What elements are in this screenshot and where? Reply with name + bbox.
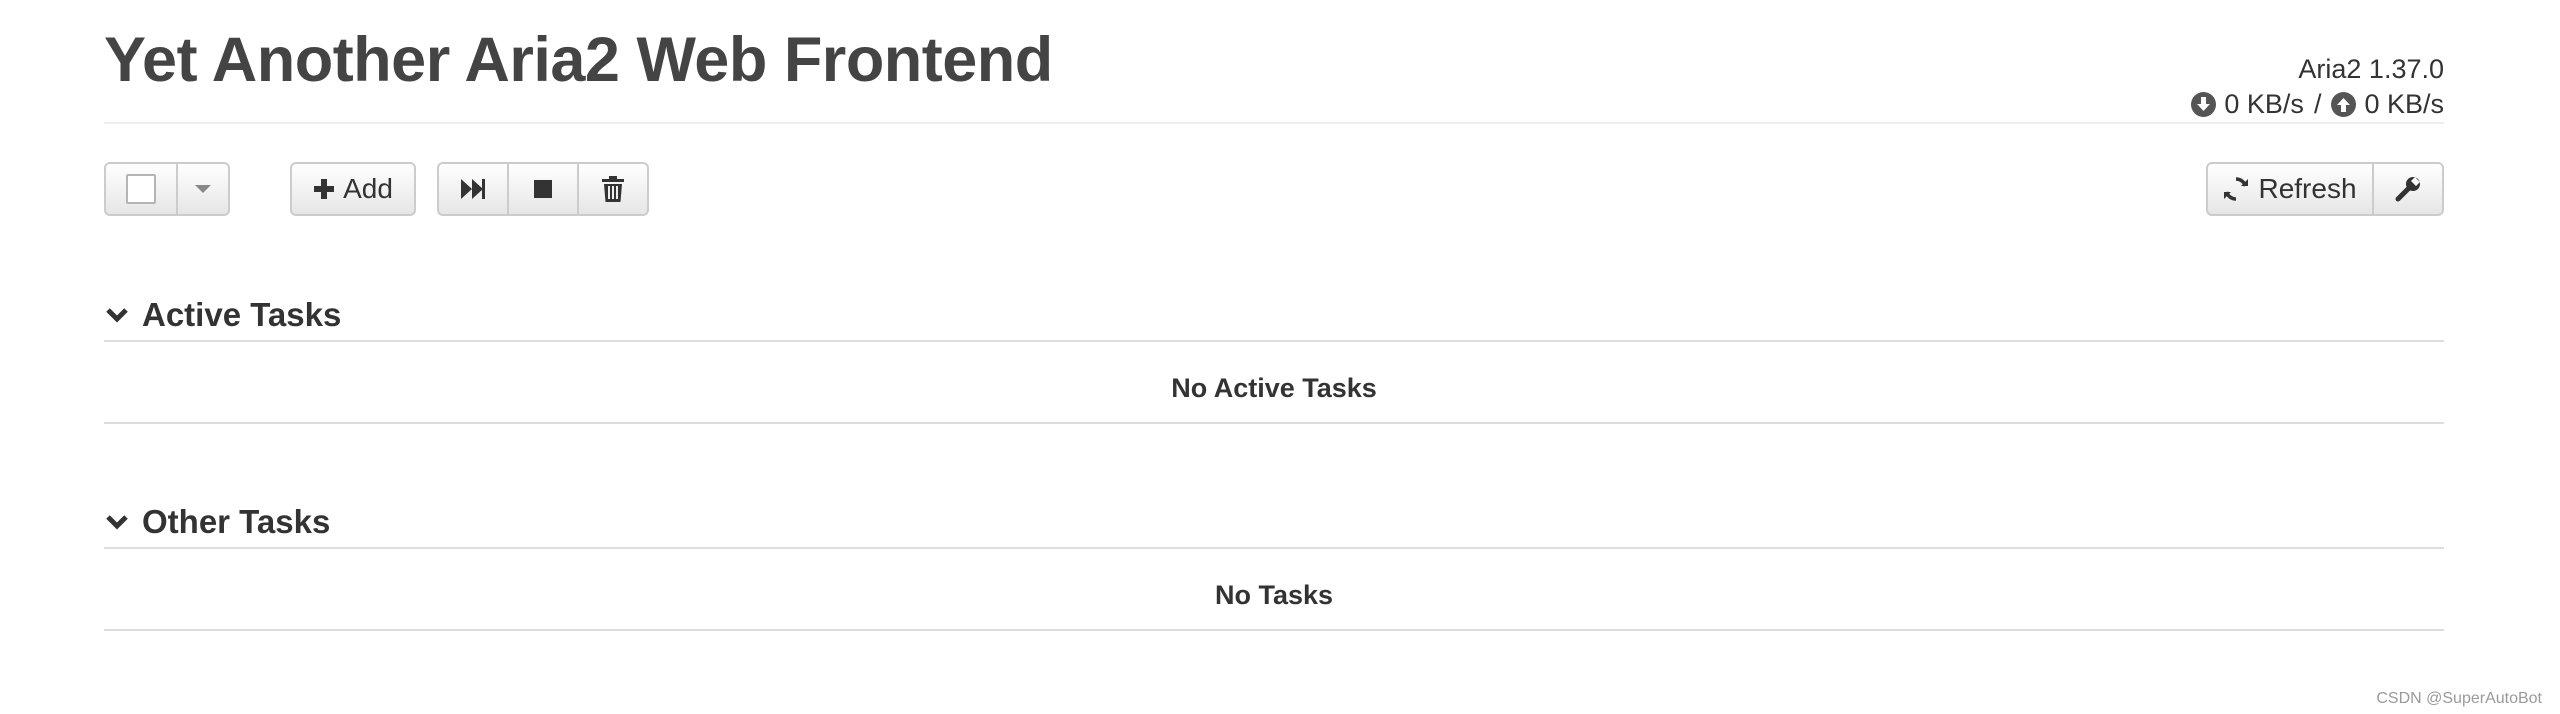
select-all-checkbox[interactable] bbox=[104, 162, 178, 216]
stop-button[interactable] bbox=[507, 162, 579, 216]
active-tasks-header[interactable]: Active Tasks bbox=[104, 290, 2444, 342]
refresh-icon bbox=[2224, 177, 2249, 201]
download-speed: 0 KB/s bbox=[2224, 89, 2304, 119]
upload-speed: 0 KB/s bbox=[2364, 89, 2444, 119]
speed-separator: / bbox=[2313, 89, 2322, 119]
add-button[interactable]: Add bbox=[290, 162, 416, 216]
active-tasks-empty: No Active Tasks bbox=[104, 354, 2444, 424]
watermark: CSDN @SuperAutoBot bbox=[2376, 690, 2542, 707]
refresh-button[interactable]: Refresh bbox=[2206, 162, 2374, 216]
other-tasks-empty: No Tasks bbox=[104, 561, 2444, 631]
delete-button[interactable] bbox=[577, 162, 649, 216]
other-tasks-header[interactable]: Other Tasks bbox=[104, 497, 2444, 549]
chevron-down-icon bbox=[106, 308, 128, 323]
plus-icon bbox=[314, 179, 335, 199]
right-toolbar-group: Refresh bbox=[2206, 162, 2444, 216]
settings-button[interactable] bbox=[2372, 162, 2444, 216]
checkbox-icon bbox=[126, 174, 156, 204]
header: Yet Another Aria2 Web Frontend Aria2 1.3… bbox=[104, 0, 2444, 124]
wrench-icon bbox=[2395, 177, 2420, 202]
fast-forward-icon bbox=[461, 179, 485, 199]
select-options-dropdown[interactable] bbox=[176, 162, 230, 216]
caret-down-icon bbox=[195, 185, 211, 193]
stop-icon bbox=[534, 180, 552, 198]
page-title: Yet Another Aria2 Web Frontend bbox=[104, 25, 1053, 95]
task-actions-group bbox=[437, 162, 649, 216]
upload-circle-icon bbox=[2331, 91, 2357, 117]
page: Yet Another Aria2 Web Frontend Aria2 1.3… bbox=[0, 0, 2560, 714]
select-group bbox=[104, 162, 230, 216]
add-label: Add bbox=[343, 173, 393, 204]
active-tasks-title: Active Tasks bbox=[142, 296, 342, 333]
download-circle-icon bbox=[2191, 91, 2217, 117]
chevron-down-icon bbox=[106, 515, 128, 530]
trash-icon bbox=[602, 176, 624, 202]
resume-button[interactable] bbox=[437, 162, 509, 216]
speed-indicator: 0 KB/s / 0 KB/s bbox=[2191, 88, 2444, 120]
other-tasks-title: Other Tasks bbox=[142, 503, 331, 540]
aria2-version: Aria2 1.37.0 bbox=[2298, 54, 2444, 84]
refresh-label: Refresh bbox=[2258, 173, 2357, 204]
